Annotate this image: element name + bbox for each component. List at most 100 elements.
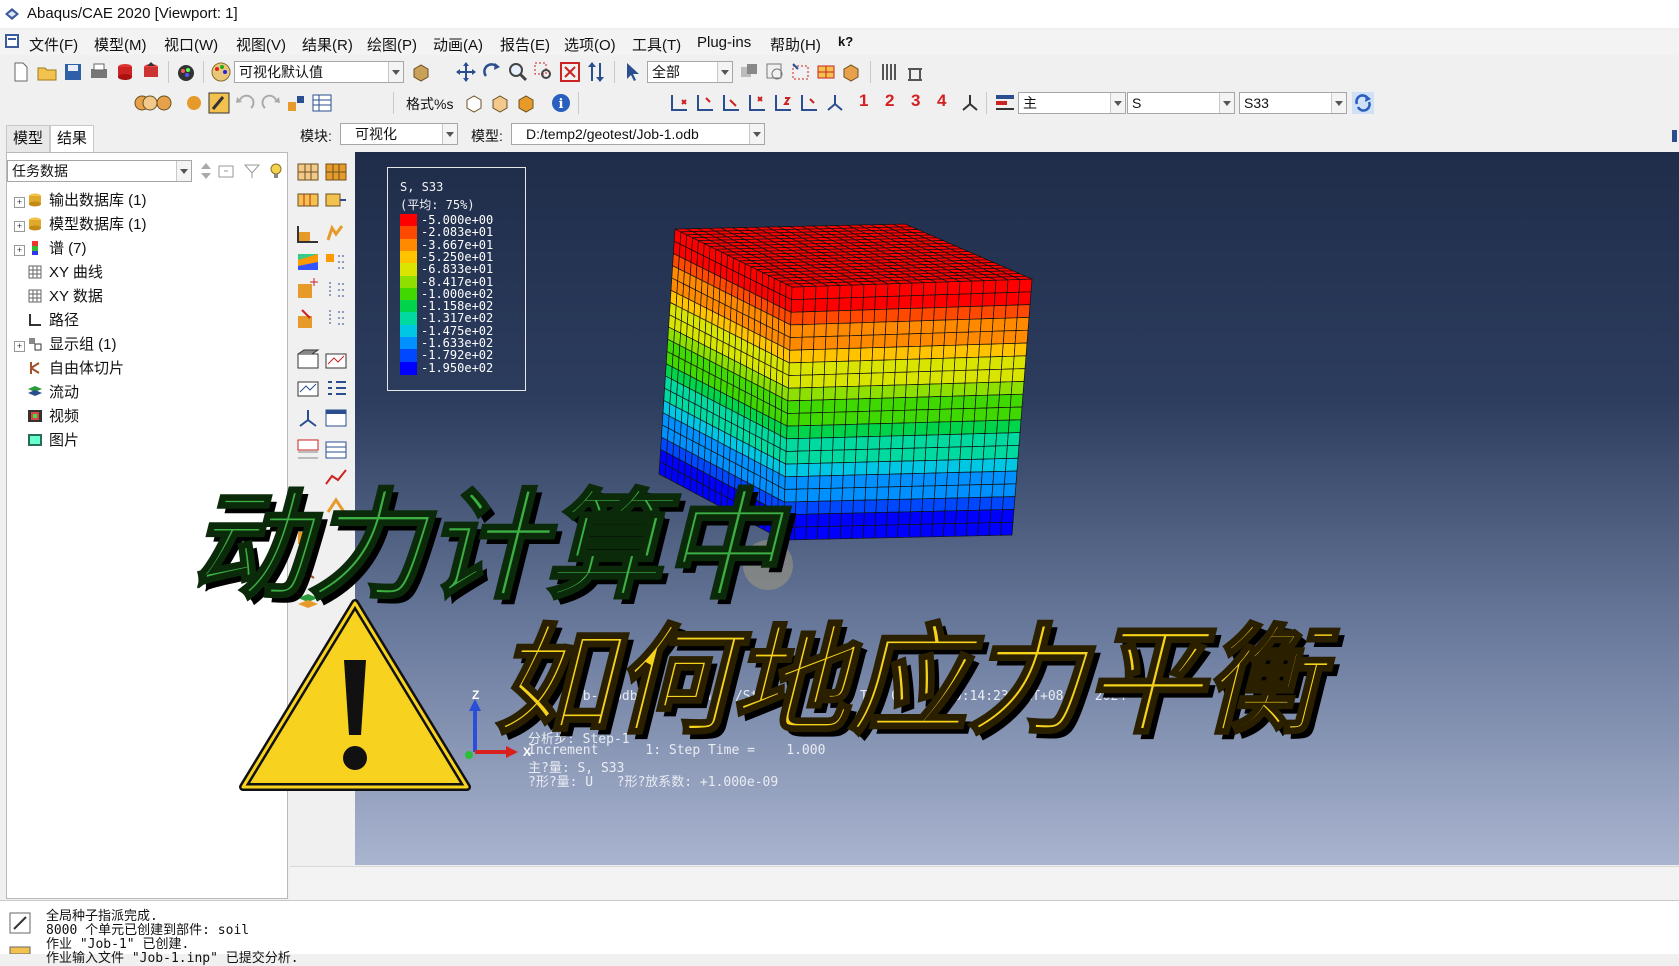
cycle-view-icon[interactable]	[585, 61, 607, 83]
output-variable-combo[interactable]: S	[1127, 92, 1235, 114]
selection-options-icon[interactable]	[738, 61, 760, 83]
module-combo[interactable]: 可视化	[340, 123, 458, 145]
animate-scale-icon[interactable]	[296, 348, 320, 372]
overlay-options-icon[interactable]	[324, 306, 348, 330]
expand-display-group[interactable]: +	[14, 341, 25, 352]
view-bottom-icon[interactable]	[746, 92, 768, 114]
box-select-icon[interactable]	[790, 61, 812, 83]
print-icon[interactable]	[88, 61, 110, 83]
deformed-options-icon[interactable]	[324, 222, 348, 246]
tree-item-model-db[interactable]: 模型数据库 (1)	[27, 215, 147, 235]
common-options-icon[interactable]	[296, 222, 320, 246]
plot-contours-icon[interactable]	[296, 188, 320, 212]
menu-model[interactable]: 模型(M)	[94, 34, 147, 55]
view-1-button[interactable]: 1	[859, 91, 868, 111]
menu-file[interactable]: 文件(F)	[29, 34, 78, 55]
tab-model[interactable]: 模型	[6, 125, 51, 153]
menu-animate[interactable]: 动画(A)	[433, 34, 483, 55]
iso-view-3-icon[interactable]	[515, 92, 537, 114]
tree-item-path[interactable]: 路径	[27, 311, 79, 331]
menu-result[interactable]: 结果(R)	[302, 34, 353, 55]
view-iso-icon[interactable]	[824, 92, 846, 114]
view-4-button[interactable]: 4	[937, 91, 946, 111]
view-cut-icon[interactable]	[296, 406, 320, 430]
rotate-icon[interactable]	[481, 61, 503, 83]
select-pointer-icon[interactable]	[622, 61, 644, 83]
import-db-icon[interactable]	[140, 61, 162, 83]
contour-symbol-icon[interactable]	[324, 250, 348, 274]
boolean-ops-icon[interactable]	[130, 92, 174, 114]
view-left-icon[interactable]	[772, 92, 794, 114]
field-output-icon[interactable]	[994, 92, 1016, 114]
sphere-icon[interactable]	[183, 92, 205, 114]
plot-undeformed-icon[interactable]	[296, 160, 320, 184]
animation-options-icon[interactable]	[324, 376, 348, 400]
field-report-icon[interactable]	[878, 61, 900, 83]
tree-item-movie[interactable]: 视频	[27, 407, 79, 427]
view-manager-icon[interactable]	[285, 92, 307, 114]
model-combo[interactable]: D:/temp2/geotest/Job-1.odb	[511, 123, 765, 145]
view-front-icon[interactable]	[668, 92, 690, 114]
primary-variable-combo[interactable]: 主	[1018, 92, 1126, 114]
task-data-combo[interactable]: 任务数据	[7, 160, 192, 182]
plot-deformed-icon[interactable]	[324, 160, 348, 184]
animate-harmonic-icon[interactable]	[324, 348, 348, 372]
menu-view[interactable]: 视图(V)	[236, 34, 286, 55]
menu-tools[interactable]: 工具(T)	[632, 34, 681, 55]
info-icon[interactable]: i	[550, 92, 572, 114]
select-elements-icon[interactable]	[815, 61, 837, 83]
allow-multiple-icon[interactable]	[296, 306, 320, 330]
tree-item-image[interactable]: 图片	[27, 431, 79, 451]
tree-item-stream[interactable]: 流动	[27, 383, 79, 403]
tree-item-spectrum[interactable]: 谱 (7)	[27, 239, 87, 259]
view-top-icon[interactable]	[720, 92, 742, 114]
menu-help[interactable]: 帮助(H)	[770, 34, 821, 55]
render-style-icon[interactable]	[410, 61, 432, 83]
format-label[interactable]: 格式%s	[406, 94, 453, 114]
view-cut-manager-icon[interactable]	[324, 406, 348, 430]
probe-icon[interactable]	[904, 61, 926, 83]
auto-fit-icon[interactable]	[559, 61, 581, 83]
component-combo[interactable]: S33	[1239, 92, 1347, 114]
visual-defaults-combo[interactable]: 可视化默认值	[234, 61, 404, 83]
save-icon[interactable]	[62, 61, 84, 83]
box-zoom-icon[interactable]	[533, 61, 555, 83]
view-right-icon[interactable]	[798, 92, 820, 114]
export-db-icon[interactable]	[114, 61, 136, 83]
select-solid-icon[interactable]	[840, 61, 862, 83]
menu-plot[interactable]: 绘图(P)	[367, 34, 417, 55]
menu-options[interactable]: 选项(O)	[564, 34, 616, 55]
contour-options-icon[interactable]	[296, 250, 320, 274]
triad-icon[interactable]	[959, 92, 981, 114]
zoom-icon[interactable]	[507, 61, 529, 83]
query-tool-icon[interactable]	[208, 92, 230, 114]
iso-view-1-icon[interactable]	[463, 92, 485, 114]
gif-animation-icon[interactable]	[176, 61, 198, 83]
lightbulb-icon[interactable]	[267, 161, 285, 181]
menu-plugins[interactable]: Plug-ins	[697, 34, 751, 51]
undo-icon[interactable]	[234, 92, 256, 114]
tree-item-output-db[interactable]: 输出数据库 (1)	[27, 191, 147, 211]
menu-viewport[interactable]: 视口(W)	[164, 34, 218, 55]
new-file-icon[interactable]	[10, 61, 32, 83]
pan-icon[interactable]	[455, 61, 477, 83]
view-3-button[interactable]: 3	[911, 91, 920, 111]
plot-symbols-icon[interactable]	[324, 188, 348, 212]
tree-item-xy-data[interactable]: XY 数据	[27, 287, 103, 307]
view-2-button[interactable]: 2	[885, 91, 894, 111]
refresh-icon[interactable]	[1352, 92, 1374, 114]
redo-icon[interactable]	[260, 92, 282, 114]
tree-collapse-icon[interactable]	[216, 161, 236, 181]
tab-results[interactable]: 结果	[50, 125, 95, 152]
sort-arrows-icon[interactable]	[199, 161, 213, 181]
selection-filter-combo[interactable]: 全部	[647, 61, 733, 83]
expand-spectrum[interactable]: +	[14, 245, 25, 256]
message-panel-icon[interactable]	[8, 911, 32, 935]
orientation-options-icon[interactable]	[324, 278, 348, 302]
tree-item-xy-curve[interactable]: XY 曲线	[27, 263, 103, 283]
table-view-icon[interactable]	[311, 92, 333, 114]
tree-item-display-group[interactable]: 显示组 (1)	[27, 335, 117, 355]
view-back-icon[interactable]	[694, 92, 716, 114]
animate-time-icon[interactable]	[296, 376, 320, 400]
palette-icon[interactable]	[210, 61, 232, 83]
